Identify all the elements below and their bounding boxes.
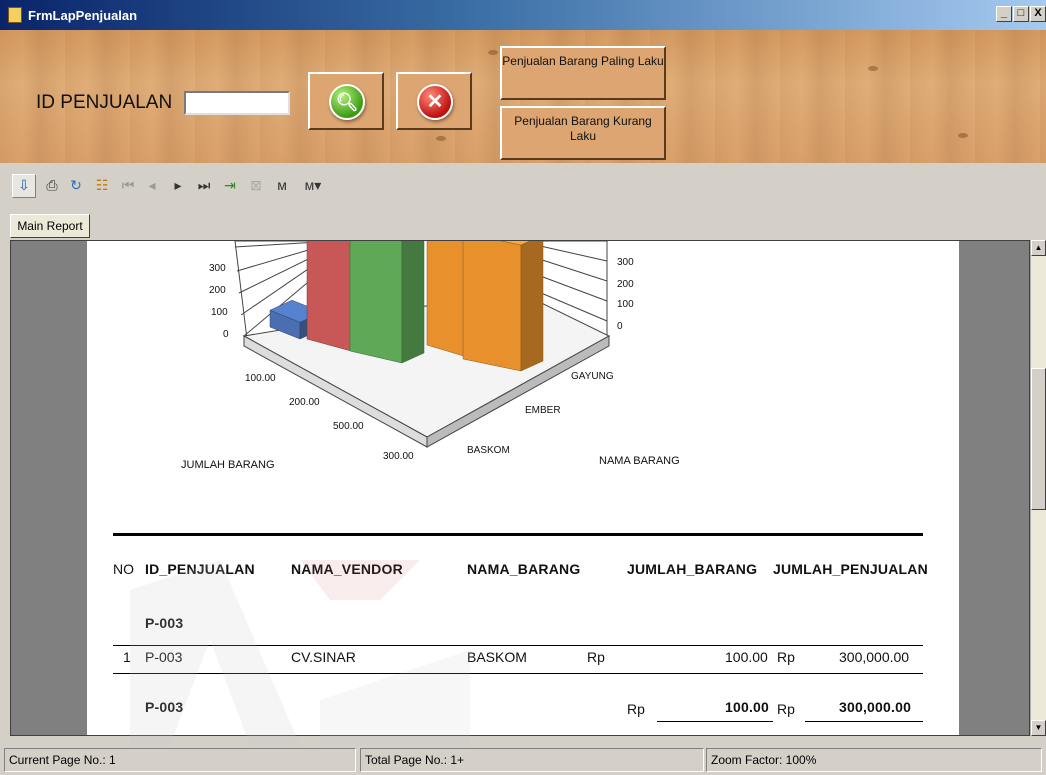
group-tree-icon[interactable]: ☷ bbox=[92, 175, 112, 195]
subtotal-underline-1 bbox=[657, 721, 773, 722]
col-header-id: ID_PENJUALAN bbox=[145, 561, 255, 577]
wood-knot bbox=[488, 50, 498, 55]
vertical-scrollbar[interactable]: ▲ ▼ bbox=[1030, 240, 1046, 736]
title-bar: FrmLapPenjualan _ □ X bbox=[0, 0, 1046, 30]
search-icon: 🔍︎ bbox=[329, 84, 365, 120]
close-window-button[interactable]: X bbox=[1030, 6, 1046, 22]
table-top-rule bbox=[113, 533, 923, 536]
scroll-thumb[interactable] bbox=[1031, 368, 1046, 510]
refresh-icon[interactable]: ↻ bbox=[66, 175, 86, 195]
row-jumlah-barang: 100.00 bbox=[725, 649, 768, 665]
x-tick-4: 300.00 bbox=[383, 451, 414, 462]
previous-page-icon[interactable]: ◂ bbox=[142, 175, 162, 195]
y-tick-right-3: 100 bbox=[617, 299, 634, 310]
id-penjualan-input[interactable] bbox=[184, 91, 290, 115]
subtotal-rp2: Rp bbox=[777, 701, 795, 717]
subtotal-underline-2 bbox=[805, 721, 923, 722]
current-page-status: Current Page No.: 1 bbox=[4, 748, 356, 772]
chart-zlabel: NAMA BARANG bbox=[599, 455, 680, 467]
scroll-up-arrow[interactable]: ▲ bbox=[1031, 240, 1046, 256]
x-tick-3: 500.00 bbox=[333, 421, 364, 432]
subtotal-id: P-003 bbox=[145, 699, 184, 715]
row-top-rule bbox=[113, 645, 923, 646]
col-header-vendor: NAMA_VENDOR bbox=[291, 561, 403, 577]
col-header-barang: NAMA_BARANG bbox=[467, 561, 581, 577]
y-tick-left-1: 300 bbox=[209, 263, 226, 274]
x-glyph: ✕ bbox=[426, 91, 444, 113]
row-vendor: CV.SINAR bbox=[291, 649, 356, 665]
export-icon[interactable]: ⇩ bbox=[12, 174, 36, 198]
row-id: P-003 bbox=[145, 649, 183, 665]
tab-main-report[interactable]: Main Report bbox=[10, 214, 90, 238]
row-jumlah-penjualan: 300,000.00 bbox=[839, 649, 910, 665]
chart-xlabel: JUMLAH BARANG bbox=[181, 459, 275, 471]
wood-knot bbox=[868, 66, 878, 71]
report-viewer: 300 200 100 0 300 200 100 0 100.00 200.0… bbox=[10, 240, 1030, 736]
magnifier-glyph: 🔍︎ bbox=[335, 92, 359, 112]
search-text-icon[interactable]: ᴍ bbox=[272, 175, 292, 195]
row-barang: BASKOM bbox=[467, 649, 527, 665]
app-icon bbox=[8, 7, 22, 23]
row-no: 1 bbox=[123, 649, 131, 665]
goto-page-icon[interactable]: ⇥ bbox=[220, 175, 240, 195]
x-tick-1: 100.00 bbox=[245, 373, 276, 384]
cancel-button[interactable]: ✕ bbox=[396, 72, 472, 130]
subtotal-rp1: Rp bbox=[627, 701, 645, 717]
subtotal-jumlah-barang: 100.00 bbox=[725, 699, 770, 715]
row-rp2: Rp bbox=[777, 649, 795, 665]
window-title: FrmLapPenjualan bbox=[28, 8, 138, 23]
last-page-icon[interactable]: ⏭ bbox=[194, 175, 214, 195]
total-page-status: Total Page No.: 1+ bbox=[360, 748, 704, 772]
subtotal-jumlah-penjualan: 300,000.00 bbox=[839, 699, 912, 715]
report-page: 300 200 100 0 300 200 100 0 100.00 200.0… bbox=[87, 241, 959, 735]
y-tick-left-2: 200 bbox=[209, 285, 226, 296]
row-bottom-rule bbox=[113, 673, 923, 674]
wood-knot bbox=[958, 133, 968, 138]
close-icon: ✕ bbox=[417, 84, 453, 120]
col-header-jumlah-barang: JUMLAH_BARANG bbox=[627, 561, 758, 577]
best-selling-button[interactable]: Penjualan Barang Paling Laku bbox=[500, 46, 666, 100]
status-bar: Current Page No.: 1 Total Page No.: 1+ Z… bbox=[0, 745, 1046, 775]
least-selling-button[interactable]: Penjualan Barang Kurang Laku bbox=[500, 106, 666, 160]
report-toolbar: ⇩ ⎙ ↻ ☷ ⏮ ◂ ▸ ⏭ ⇥ ⊠ ᴍ ᴍ▾ bbox=[0, 163, 1046, 210]
group-header: P-003 bbox=[145, 615, 184, 631]
chart-3d-bar bbox=[234, 241, 611, 448]
col-header-jumlah-penjualan: JUMLAH_PENJUALAN bbox=[773, 561, 928, 577]
next-page-icon[interactable]: ▸ bbox=[168, 175, 188, 195]
row-rp1: Rp bbox=[587, 649, 605, 665]
print-icon[interactable]: ⎙ bbox=[42, 175, 62, 195]
depth-tick-baskom: BASKOM bbox=[467, 445, 510, 456]
wood-knot bbox=[436, 136, 446, 141]
bar-300.00-GAYUNG bbox=[462, 241, 544, 372]
y-tick-left-4: 0 bbox=[223, 329, 229, 340]
scroll-down-arrow[interactable]: ▼ bbox=[1031, 720, 1046, 736]
x-tick-2: 200.00 bbox=[289, 397, 320, 408]
stop-icon[interactable]: ⊠ bbox=[246, 175, 266, 195]
col-header-no: NO bbox=[113, 561, 134, 577]
bar-500.00-BASKOM bbox=[349, 241, 425, 364]
search-button[interactable]: 🔍︎ bbox=[308, 72, 384, 130]
zoom-factor-status: Zoom Factor: 100% bbox=[706, 748, 1042, 772]
id-penjualan-label: ID PENJUALAN bbox=[36, 92, 173, 113]
depth-tick-gayung: GAYUNG bbox=[571, 371, 614, 382]
minimize-button[interactable]: _ bbox=[996, 6, 1012, 22]
form-header: ID PENJUALAN 🔍︎ ✕ Penjualan Barang Palin… bbox=[0, 30, 1046, 163]
y-tick-left-3: 100 bbox=[211, 307, 228, 318]
zoom-icon[interactable]: ᴍ▾ bbox=[298, 175, 328, 195]
y-tick-right-4: 0 bbox=[617, 321, 623, 332]
first-page-icon[interactable]: ⏮ bbox=[118, 175, 138, 195]
y-tick-right-2: 200 bbox=[617, 279, 634, 290]
maximize-button[interactable]: □ bbox=[1013, 6, 1029, 22]
depth-tick-ember: EMBER bbox=[525, 405, 561, 416]
y-tick-right-1: 300 bbox=[617, 257, 634, 268]
